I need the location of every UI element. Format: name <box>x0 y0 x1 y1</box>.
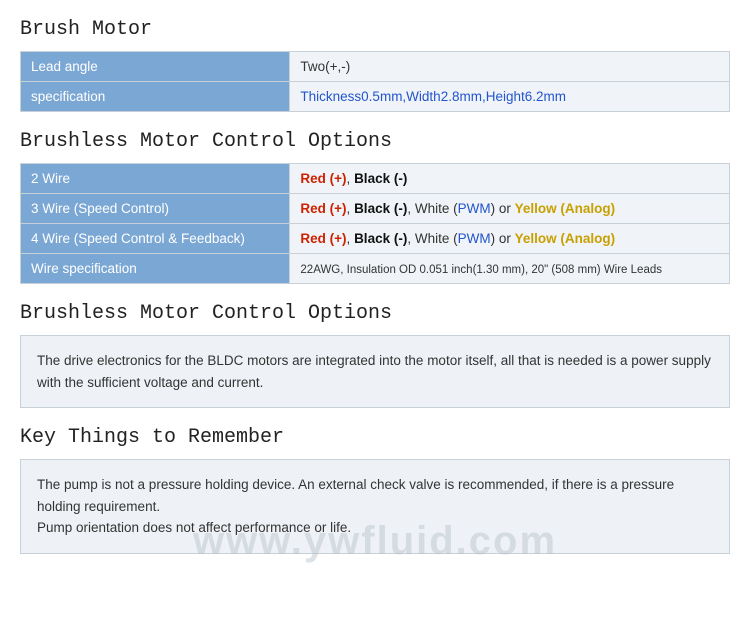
label-specification: specification <box>21 82 290 112</box>
brush-motor-title: Brush Motor <box>20 18 730 41</box>
label-wire-spec: Wire specification <box>21 254 290 284</box>
table-row: specification Thickness0.5mm,Width2.8mm,… <box>21 82 730 112</box>
key-things-line1: The pump is not a pressure holding devic… <box>37 477 674 514</box>
brush-motor-table: Lead angle Two(+,-) specification Thickn… <box>20 51 730 112</box>
value-2wire: Red (+), Black (-) <box>290 164 730 194</box>
value-specification: Thickness0.5mm,Width2.8mm,Height6.2mm <box>290 82 730 112</box>
brushless-description-box: The drive electronics for the BLDC motor… <box>20 335 730 408</box>
value-lead-angle: Two(+,-) <box>290 52 730 82</box>
label-lead-angle: Lead angle <box>21 52 290 82</box>
label-4wire: 4 Wire (Speed Control & Feedback) <box>21 224 290 254</box>
value-wire-spec: 22AWG, Insulation OD 0.051 inch(1.30 mm)… <box>290 254 730 284</box>
table-row: 3 Wire (Speed Control) Red (+), Black (-… <box>21 194 730 224</box>
value-3wire: Red (+), Black (-), White (PWM) or Yello… <box>290 194 730 224</box>
value-4wire: Red (+), Black (-), White (PWM) or Yello… <box>290 224 730 254</box>
label-2wire: 2 Wire <box>21 164 290 194</box>
table-row: Lead angle Two(+,-) <box>21 52 730 82</box>
table-row: 4 Wire (Speed Control & Feedback) Red (+… <box>21 224 730 254</box>
key-things-line2: Pump orientation does not affect perform… <box>37 520 351 535</box>
label-3wire: 3 Wire (Speed Control) <box>21 194 290 224</box>
brushless-desc-title: Brushless Motor Control Options <box>20 302 730 325</box>
brushless-description-text: The drive electronics for the BLDC motor… <box>37 353 711 390</box>
brushless-control-title: Brushless Motor Control Options <box>20 130 730 153</box>
table-row: Wire specification 22AWG, Insulation OD … <box>21 254 730 284</box>
page-wrapper: Brush Motor Lead angle Two(+,-) specific… <box>0 0 750 584</box>
key-things-title: Key Things to Remember <box>20 426 730 449</box>
table-row: 2 Wire Red (+), Black (-) <box>21 164 730 194</box>
brushless-control-table: 2 Wire Red (+), Black (-) 3 Wire (Speed … <box>20 163 730 284</box>
key-things-box: The pump is not a pressure holding devic… <box>20 459 730 554</box>
